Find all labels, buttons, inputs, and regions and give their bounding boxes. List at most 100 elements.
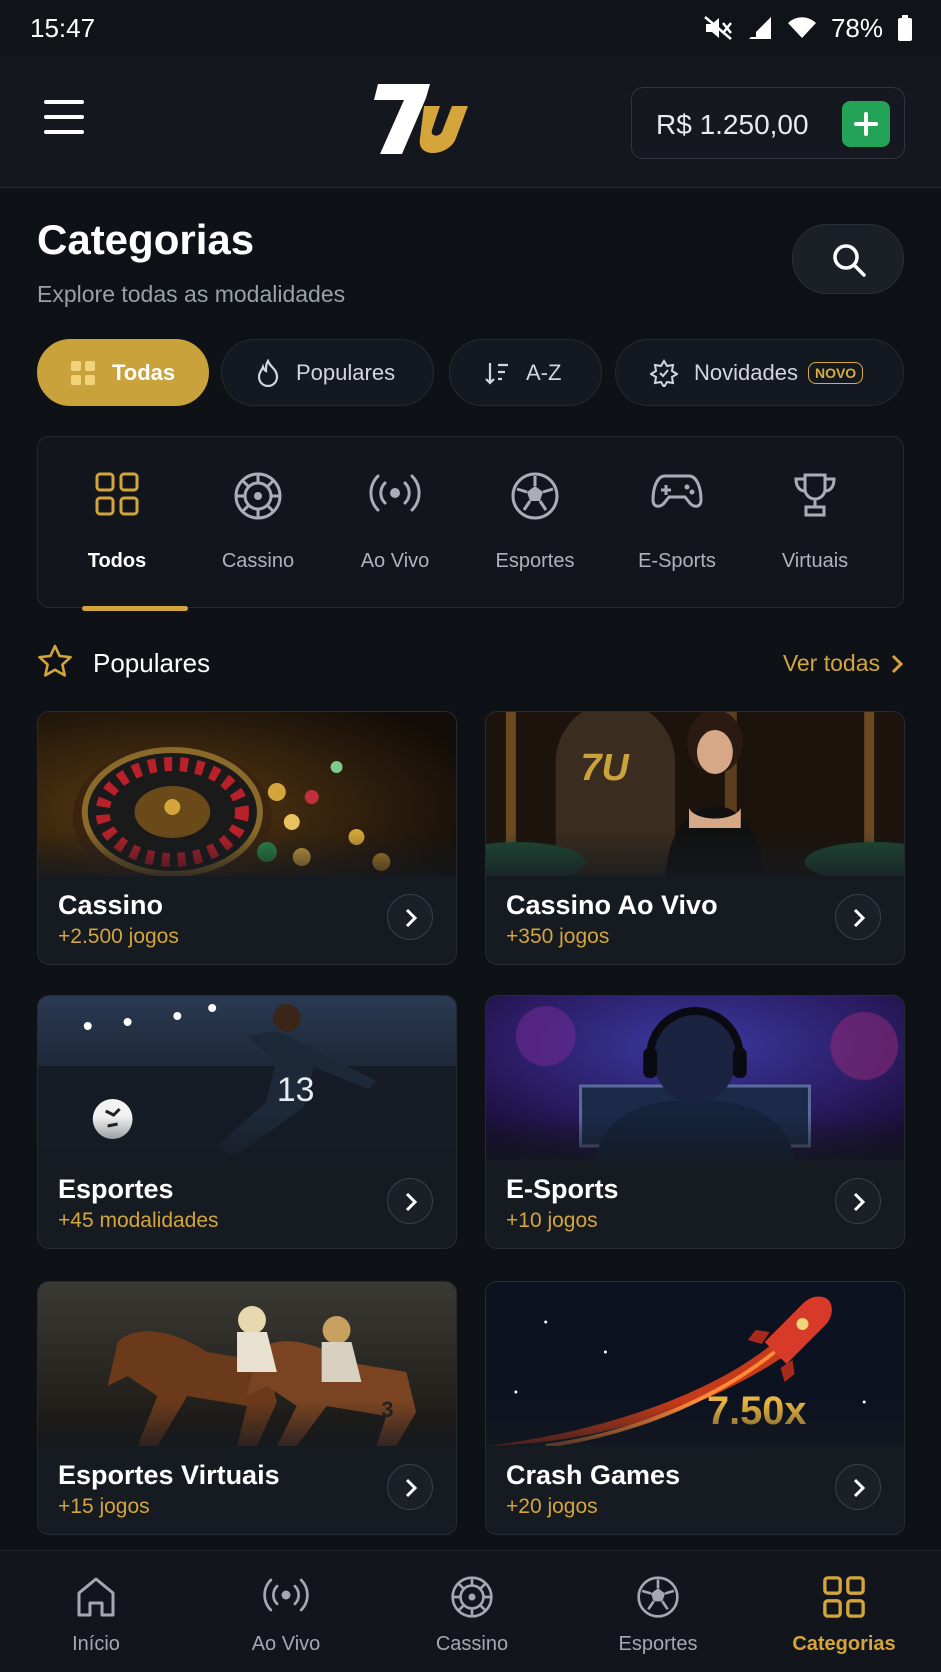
tab-e-sports[interactable]: E-Sports — [617, 437, 737, 609]
battery-percent: 78% — [830, 12, 883, 43]
category-card-crash-games[interactable]: 7.50x Crash Games +20 jogos — [485, 1281, 905, 1535]
app-header: R$ 1.250,00 — [0, 56, 941, 188]
flame-icon — [257, 358, 279, 387]
trophy-icon — [794, 473, 836, 517]
chip-populares[interactable]: Populares — [221, 339, 434, 406]
grid-icon — [95, 472, 139, 516]
card-title: Crash Games — [506, 1460, 681, 1490]
tab-label: Cassino — [221, 550, 295, 572]
chip-a-z[interactable]: A-Z — [449, 339, 602, 406]
category-card-cassino[interactable]: Cassino +2.500 jogos — [37, 711, 457, 965]
chevron-right-icon — [405, 1192, 418, 1212]
card-arrow-button[interactable] — [387, 1464, 433, 1510]
chevron-right-icon — [853, 1478, 866, 1498]
nav-label: Categorias — [792, 1633, 896, 1655]
status-icons: 78% — [703, 13, 913, 44]
card-arrow-button[interactable] — [835, 1178, 881, 1224]
nav-cassino[interactable]: Cassino — [378, 1551, 566, 1672]
chevron-right-icon — [891, 654, 904, 673]
card-subtitle: +45 modalidades — [58, 1209, 219, 1232]
chip-todas[interactable]: Todas — [37, 339, 209, 406]
card-fade — [486, 1402, 904, 1462]
add-funds-button[interactable] — [842, 101, 890, 147]
sparkle-badge-icon — [650, 358, 678, 387]
home-icon — [77, 1577, 115, 1617]
battery-icon — [898, 15, 912, 41]
jersey-number: 13 — [277, 1071, 315, 1109]
bottom-navigation: Início Ao Vivo Cassino Esportes Categori… — [0, 1550, 941, 1672]
card-arrow-button[interactable] — [835, 1464, 881, 1510]
category-card-esportes-virtuais[interactable]: 3 Esportes Virtuais +15 jogos — [37, 1281, 457, 1535]
category-card-esportes[interactable]: 13 Esportes +45 modalidades — [37, 995, 457, 1249]
card-arrow-button[interactable] — [387, 894, 433, 940]
card-subtitle: +10 jogos — [506, 1209, 598, 1232]
search-button[interactable] — [792, 224, 904, 294]
gamepad-icon — [651, 474, 703, 508]
hamburger-menu-button[interactable] — [44, 100, 86, 136]
card-subtitle: +15 jogos — [58, 1495, 150, 1518]
card-subtitle: +20 jogos — [506, 1495, 598, 1518]
category-tabs: Todos Cassino Ao Vivo Esportes E-Sports … — [37, 436, 904, 611]
tab-label: Virtuais — [781, 550, 849, 572]
tab-virtuais[interactable]: Virtuais — [755, 437, 875, 609]
card-title: Esportes Virtuais — [58, 1460, 280, 1490]
chip-novidades[interactable]: Novidades NOVO — [615, 339, 904, 406]
page-title: Categorias — [37, 216, 255, 263]
tab-label: E-Sports — [638, 550, 716, 572]
tab-label: Ao Vivo — [360, 550, 430, 572]
tab-todos[interactable]: Todos — [57, 437, 188, 611]
balance-amount: R$ 1.250,00 — [656, 109, 809, 140]
see-all-link[interactable]: Ver todas — [783, 650, 904, 677]
search-icon — [833, 244, 866, 277]
card-fade — [486, 1116, 904, 1176]
category-card-e-sports[interactable]: E-Sports +10 jogos — [485, 995, 905, 1249]
brand-logo[interactable] — [372, 80, 484, 160]
nav-ao-vivo[interactable]: Ao Vivo — [192, 1551, 380, 1672]
card-fade — [38, 832, 456, 892]
category-card-cassino-ao-vivo[interactable]: 7U Cassino Ao Vivo +350 jogos — [485, 711, 905, 965]
card-subtitle: +2.500 jogos — [58, 925, 179, 948]
see-all-label: Ver todas — [782, 650, 880, 676]
card-fade — [486, 832, 904, 892]
nav-inicio[interactable]: Início — [2, 1551, 190, 1672]
soccer-ball-icon — [637, 1576, 679, 1618]
page-subtitle: Explore todas as modalidades — [37, 281, 346, 307]
chip-label: Todas — [112, 359, 176, 385]
broadcast-icon — [369, 474, 421, 512]
card-title: Cassino Ao Vivo — [506, 890, 718, 920]
card-title: Cassino — [58, 890, 164, 920]
star-icon — [38, 644, 72, 677]
image-logo-text: 7U — [581, 747, 631, 789]
chip-label: A-Z — [526, 359, 562, 385]
nav-categorias[interactable]: Categorias — [750, 1551, 938, 1672]
nav-label: Cassino — [435, 1633, 509, 1655]
tab-esportes[interactable]: Esportes — [475, 437, 595, 609]
tab-ao-vivo[interactable]: Ao Vivo — [335, 437, 455, 609]
card-title: Esportes — [58, 1174, 174, 1204]
broadcast-icon — [263, 1578, 309, 1612]
status-bar: 15:47 78% — [0, 0, 941, 56]
section-title: Populares — [93, 648, 211, 678]
chip-label: Populares — [296, 359, 396, 385]
sort-icon — [485, 362, 508, 385]
roulette-icon — [234, 472, 282, 520]
chip-label: Novidades — [694, 359, 798, 385]
chevron-right-icon — [853, 1192, 866, 1212]
menu-line — [44, 100, 84, 104]
nav-label: Início — [72, 1633, 120, 1655]
chevron-right-icon — [405, 1478, 418, 1498]
card-arrow-button[interactable] — [835, 894, 881, 940]
nav-esportes[interactable]: Esportes — [564, 1551, 752, 1672]
status-time: 15:47 — [30, 12, 96, 43]
chevron-right-icon — [853, 908, 866, 928]
card-arrow-button[interactable] — [387, 1178, 433, 1224]
card-fade — [38, 1116, 456, 1176]
signal-icon — [748, 17, 771, 39]
grid-icon — [823, 1576, 865, 1618]
nav-label: Esportes — [618, 1633, 698, 1655]
tab-cassino[interactable]: Cassino — [198, 437, 318, 609]
card-title: E-Sports — [506, 1174, 619, 1204]
balance-box[interactable]: R$ 1.250,00 — [631, 87, 905, 159]
menu-line — [44, 115, 84, 119]
card-subtitle: +350 jogos — [506, 925, 610, 948]
